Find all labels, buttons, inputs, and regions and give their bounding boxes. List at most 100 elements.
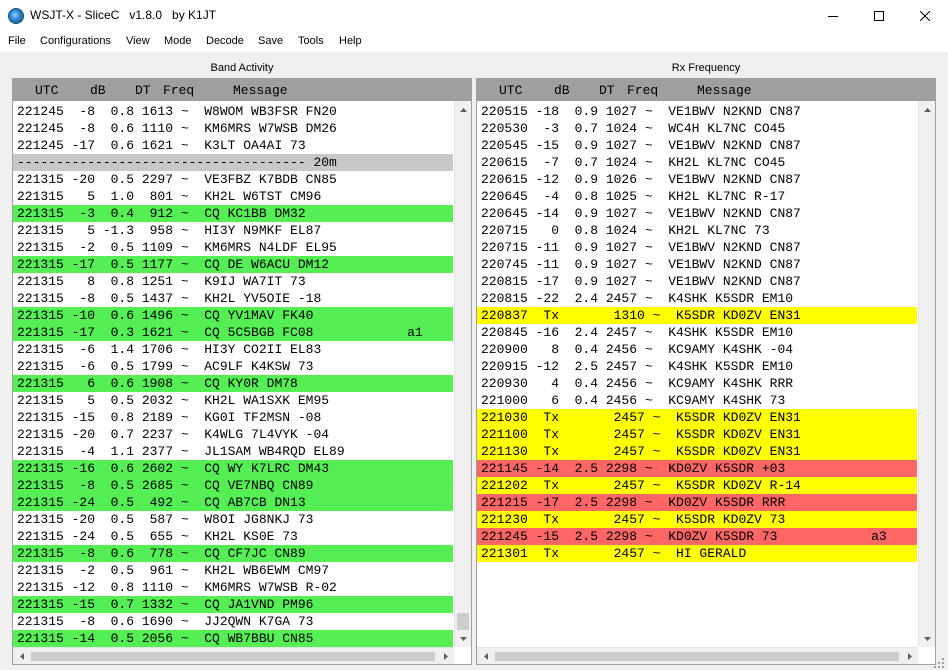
decode-row[interactable]: 220715 0 0.8 1024 ~ KH2L KL7NC 73 <box>477 222 917 239</box>
scroll-down-arrow-icon[interactable] <box>919 630 935 647</box>
decode-row[interactable]: 220915 -12 2.5 2457 ~ K4SHK K5SDR EM10 <box>477 358 917 375</box>
decode-row[interactable]: 221030 Tx 2457 ~ K5SDR KD0ZV EN31 <box>477 409 917 426</box>
menu-help[interactable]: Help <box>339 35 362 47</box>
decode-row[interactable]: 221315 -24 0.5 492 ~ CQ AB7CB DN13 <box>13 494 453 511</box>
scroll-thumb[interactable] <box>457 613 469 630</box>
hscroll-thumb[interactable] <box>31 652 435 661</box>
menu-configurations[interactable]: Configurations <box>40 35 111 47</box>
scroll-right-arrow-icon[interactable] <box>437 648 454 664</box>
decode-row[interactable]: 221100 Tx 2457 ~ K5SDR KD0ZV EN31 <box>477 426 917 443</box>
decode-row[interactable]: 221315 5 0.5 2032 ~ KH2L WA1SXK EM95 <box>13 392 453 409</box>
decode-row[interactable]: 221315 -2 0.5 961 ~ KH2L WB6EWM CM97 <box>13 562 453 579</box>
band-activity-header: UTC dB DT Freq Message <box>13 79 471 101</box>
decode-row[interactable]: 221245 -8 0.8 1613 ~ W8WOM WB3FSR FN20 <box>13 103 453 120</box>
decode-row[interactable]: 221315 8 0.8 1251 ~ K9IJ WA7IT 73 <box>13 273 453 290</box>
scroll-down-arrow-icon[interactable] <box>455 630 471 647</box>
decode-row[interactable]: 221315 -6 0.5 1799 ~ AC9LF K4KSW 73 <box>13 358 453 375</box>
decode-row[interactable]: 220530 -3 0.7 1024 ~ WC4H KL7NC CO45 <box>477 120 917 137</box>
column-freq: Freq <box>163 83 195 98</box>
menu-mode[interactable]: Mode <box>164 35 192 47</box>
decode-row[interactable]: 220845 -16 2.4 2457 ~ K4SHK K5SDR EM10 <box>477 324 917 341</box>
decode-row[interactable]: 221315 6 0.6 1908 ~ CQ KY0R DM78 <box>13 375 453 392</box>
rx-frequency-header: UTC dB DT Freq Message <box>477 79 935 101</box>
decode-row[interactable]: 221315 -15 0.7 1332 ~ CQ JA1VND PM96 <box>13 596 453 613</box>
decode-row[interactable]: 220900 8 0.4 2456 ~ KC9AMY K4SHK -04 <box>477 341 917 358</box>
decode-row[interactable]: 221145 -14 2.5 2298 ~ KD0ZV K5SDR +03 <box>477 460 917 477</box>
decode-row[interactable]: 221315 -15 0.8 2189 ~ KG0I TF2MSN -08 <box>13 409 453 426</box>
scroll-up-arrow-icon[interactable] <box>919 101 935 118</box>
menu-view[interactable]: View <box>126 35 150 47</box>
decode-row[interactable]: 221245 -17 0.6 1621 ~ K3LT OA4AI 73 <box>13 137 453 154</box>
rx-frequency-pane[interactable]: UTC dB DT Freq Message 220515 -18 0.9 10… <box>476 78 936 665</box>
decode-row[interactable]: 220515 -18 0.9 1027 ~ VE1BWV N2KND CN87 <box>477 103 917 120</box>
decode-row[interactable]: 221130 Tx 2457 ~ K5SDR KD0ZV EN31 <box>477 443 917 460</box>
menu-save[interactable]: Save <box>258 35 283 47</box>
menu-decode[interactable]: Decode <box>206 35 244 47</box>
maximize-icon <box>874 11 884 21</box>
hscroll-thumb[interactable] <box>495 652 899 661</box>
decode-row[interactable]: 220645 -4 0.8 1025 ~ KH2L KL7NC R-17 <box>477 188 917 205</box>
decode-row[interactable]: 221245 -15 2.5 2298 ~ KD0ZV K5SDR 73 a3 <box>477 528 917 545</box>
title-bar: WSJT-X - SliceC v1.8.0 by K1JT <box>0 0 948 32</box>
rx-frequency-hscrollbar[interactable] <box>477 647 918 664</box>
decode-row[interactable]: 220930 4 0.4 2456 ~ KC9AMY K4SHK RRR <box>477 375 917 392</box>
rx-frequency-list: 220515 -18 0.9 1027 ~ VE1BWV N2KND CN87 2… <box>477 103 917 562</box>
decode-row[interactable]: 220615 -12 0.9 1026 ~ VE1BWV N2KND CN87 <box>477 171 917 188</box>
decode-row[interactable]: 221315 -4 1.1 2377 ~ JL1SAM WB4RQD EL89 <box>13 443 453 460</box>
menu-file[interactable]: File <box>8 35 26 47</box>
decode-row[interactable]: 221315 -20 0.5 587 ~ W8OI JG8NKJ 73 <box>13 511 453 528</box>
decode-row[interactable]: 221315 -8 0.6 1690 ~ JJ2QWN K7GA 73 <box>13 613 453 630</box>
decode-row[interactable]: 220545 -15 0.9 1027 ~ VE1BWV N2KND CN87 <box>477 137 917 154</box>
decode-row[interactable]: 221301 Tx 2457 ~ HI GERALD <box>477 545 917 562</box>
scroll-left-arrow-icon[interactable] <box>477 648 494 664</box>
decode-row[interactable]: 221315 -10 0.6 1496 ~ CQ YV1MAV FK40 <box>13 307 453 324</box>
rx-frequency-vscrollbar[interactable] <box>918 101 935 647</box>
scroll-left-arrow-icon[interactable] <box>13 648 30 664</box>
decode-row[interactable]: 221315 -14 0.5 2056 ~ CQ WB7BBU CN85 <box>13 630 453 647</box>
window-title: WSJT-X - SliceC v1.8.0 by K1JT <box>30 8 217 22</box>
decode-row[interactable]: 221315 -8 0.5 2685 ~ CQ VE7NBQ CN89 <box>13 477 453 494</box>
decode-row[interactable]: 221315 -8 0.6 778 ~ CQ CF7JC CN89 <box>13 545 453 562</box>
column-db: dB <box>90 83 106 98</box>
decode-row[interactable]: 221315 5 1.0 801 ~ KH2L W6TST CM96 <box>13 188 453 205</box>
decode-row[interactable]: 220815 -17 0.9 1027 ~ VE1BWV N2KND CN87 <box>477 273 917 290</box>
decode-row[interactable]: 221202 Tx 2457 ~ K5SDR KD0ZV R-14 <box>477 477 917 494</box>
minimize-button[interactable] <box>810 0 856 32</box>
decode-row[interactable]: 221315 -6 1.4 1706 ~ HI3Y CO2II EL83 <box>13 341 453 358</box>
scroll-up-arrow-icon[interactable] <box>455 101 471 118</box>
decode-row[interactable]: 221315 -20 0.5 2297 ~ VE3FBZ K7BDB CN85 <box>13 171 453 188</box>
menu-tools[interactable]: Tools <box>298 35 324 47</box>
decode-row[interactable]: 221315 -16 0.6 2602 ~ CQ WY K7LRC DM43 <box>13 460 453 477</box>
scroll-right-arrow-icon[interactable] <box>901 648 918 664</box>
decode-row[interactable]: 220645 -14 0.9 1027 ~ VE1BWV N2KND CN87 <box>477 205 917 222</box>
decode-row[interactable]: 221315 -3 0.4 912 ~ CQ KC1BB DM32 <box>13 205 453 222</box>
column-dt: DT <box>135 83 151 98</box>
decode-row[interactable]: 221315 -20 0.7 2237 ~ K4WLG 7L4VYK -04 <box>13 426 453 443</box>
decode-row[interactable]: 221315 -17 0.3 1621 ~ CQ 5C5BGB FC08 a1 <box>13 324 453 341</box>
decode-row[interactable]: 221000 6 0.4 2456 ~ KC9AMY K4SHK 73 <box>477 392 917 409</box>
decode-row[interactable]: 221315 -17 0.5 1177 ~ CQ DE W6ACU DM12 <box>13 256 453 273</box>
decode-row[interactable]: 220837 Tx 1310 ~ K5SDR KD0ZV EN31 <box>477 307 917 324</box>
decode-row[interactable]: 221315 5 -1.3 958 ~ HI3Y N9MKF EL87 <box>13 222 453 239</box>
decode-row[interactable]: 220745 -11 0.9 1027 ~ VE1BWV N2KND CN87 <box>477 256 917 273</box>
decode-row[interactable]: 220815 -22 2.4 2457 ~ K4SHK K5SDR EM10 <box>477 290 917 307</box>
column-freq: Freq <box>627 83 659 98</box>
band-activity-list: 221245 -8 0.8 1613 ~ W8WOM WB3FSR FN20 22… <box>13 103 453 647</box>
maximize-button[interactable] <box>856 0 902 32</box>
decode-row[interactable]: 220715 -11 0.9 1027 ~ VE1BWV N2KND CN87 <box>477 239 917 256</box>
decode-row[interactable]: 220615 -7 0.7 1024 ~ KH2L KL7NC CO45 <box>477 154 917 171</box>
resize-grip-icon[interactable] <box>932 656 946 670</box>
decode-row[interactable]: 221315 -24 0.5 655 ~ KH2L KS0E 73 <box>13 528 453 545</box>
band-separator-row[interactable]: ------------------------------------- 20… <box>13 154 453 171</box>
band-activity-hscrollbar[interactable] <box>13 647 454 664</box>
decode-row[interactable]: 221315 -12 0.8 1110 ~ KM6MRS W7WSB R-02 <box>13 579 453 596</box>
decode-row[interactable]: 221230 Tx 2457 ~ K5SDR KD0ZV 73 <box>477 511 917 528</box>
band-activity-pane[interactable]: UTC dB DT Freq Message 221245 -8 0.8 161… <box>12 78 472 665</box>
band-activity-vscrollbar[interactable] <box>454 101 471 647</box>
close-button[interactable] <box>902 0 948 32</box>
decode-row[interactable]: 221245 -8 0.6 1110 ~ KM6MRS W7WSB DM26 <box>13 120 453 137</box>
decode-row[interactable]: 221315 -8 0.5 1437 ~ KH2L YV5OIE -18 <box>13 290 453 307</box>
decode-row[interactable]: 221215 -17 2.5 2298 ~ KD0ZV K5SDR RRR <box>477 494 917 511</box>
decode-row[interactable]: 221315 -2 0.5 1109 ~ KM6MRS N4LDF EL95 <box>13 239 453 256</box>
column-message: Message <box>233 83 288 98</box>
